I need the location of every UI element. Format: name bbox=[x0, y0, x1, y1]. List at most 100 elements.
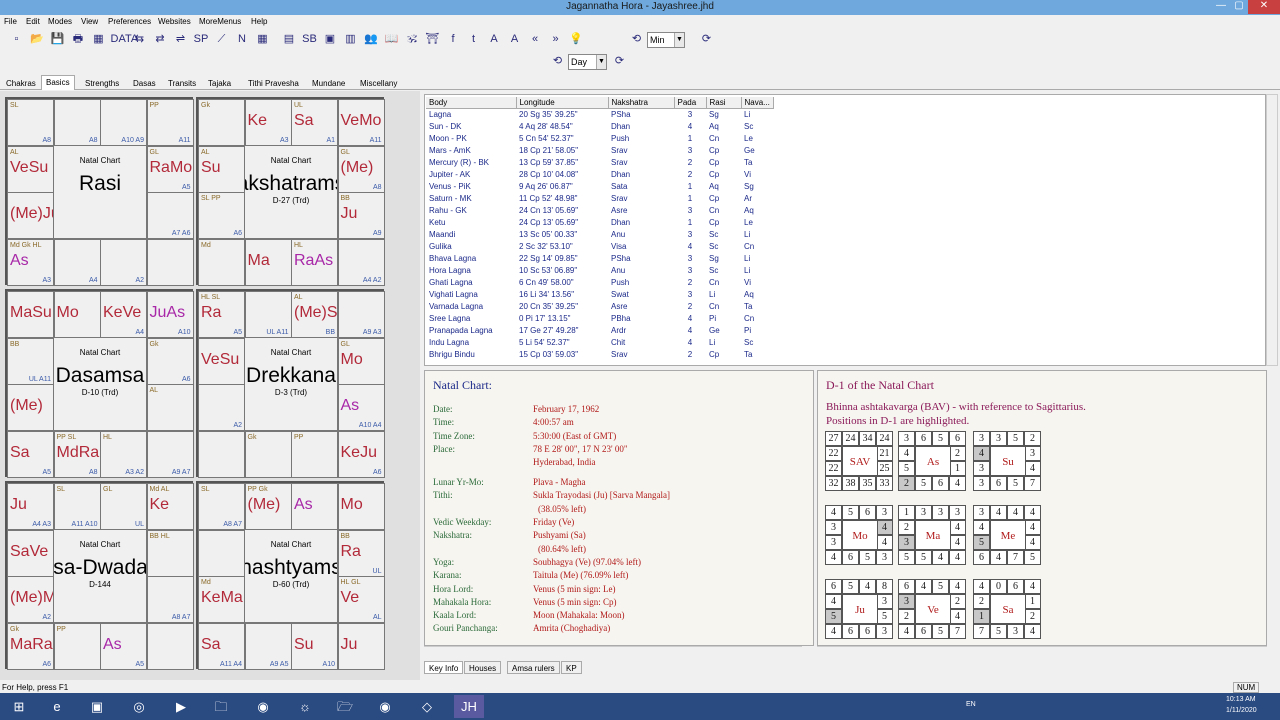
table-row[interactable]: Hora Lagna 10 Sc 53' 06.89" Anu 3 Sc Li bbox=[426, 264, 773, 276]
chart-house[interactable]: A6 KeJu bbox=[337, 430, 385, 478]
chart-house[interactable]: SL PP A6 bbox=[198, 192, 245, 239]
chart-house[interactable]: SL A8 A7 bbox=[198, 483, 245, 530]
maximize-button[interactable]: ▢ bbox=[1230, 0, 1248, 14]
clock-back-icon[interactable]: ⟲ bbox=[628, 31, 645, 48]
chart-dasamsa[interactable]: MaSu Mo A4 KeVe A10 JuAs BB UL A11 Gk A6 (Me) AL A5 S… bbox=[5, 289, 194, 478]
chart-house[interactable]: A7 A6 bbox=[146, 192, 194, 239]
table-row[interactable]: Indu Lagna 5 Li 54' 52.37" Chit 4 Li Sc bbox=[426, 336, 773, 348]
chart-house[interactable] bbox=[146, 238, 194, 286]
chart-house[interactable]: GL UL bbox=[100, 483, 147, 530]
chart-house[interactable]: PP Gk (Me) bbox=[244, 483, 292, 530]
chart-house[interactable]: A10 Su bbox=[291, 622, 338, 670]
chart-house[interactable]: PP SL A8 MdRa bbox=[53, 430, 101, 478]
tab-tajaka[interactable]: Tajaka bbox=[204, 77, 235, 90]
chart-house[interactable]: BB UL A11 bbox=[7, 337, 54, 385]
column-header-4[interactable]: Rasi bbox=[706, 97, 742, 109]
chart-house[interactable]: A8 A7 bbox=[146, 576, 194, 623]
table-row[interactable]: Rahu - GK 24 Cn 13' 05.69" Asre 3 Cn Aq bbox=[426, 204, 773, 216]
table-row[interactable]: Mars - AmK 18 Cp 21' 58.05" Srav 3 Cp Ge bbox=[426, 144, 773, 156]
sp-kh-icon[interactable]: SP bbox=[193, 31, 210, 48]
chart-house[interactable]: PP A11 bbox=[146, 99, 194, 146]
chart-house[interactable]: A9 A3 bbox=[337, 291, 385, 338]
chart-house[interactable]: A9 A7 bbox=[146, 430, 194, 478]
language-indicator[interactable]: EN bbox=[966, 701, 976, 708]
chart-house[interactable]: Gk bbox=[244, 430, 292, 478]
font-large-icon[interactable]: A bbox=[486, 31, 503, 48]
chart-house[interactable] bbox=[198, 430, 245, 478]
table-row[interactable]: Moon - PK 5 Cn 54' 52.37" Push 1 Cn Le bbox=[426, 132, 773, 144]
tab-mundane[interactable]: Mundane bbox=[308, 77, 349, 90]
chart-house[interactable]: VeSu bbox=[198, 337, 245, 385]
chart-house[interactable]: A8 bbox=[53, 99, 101, 146]
chart-house[interactable]: Gk bbox=[198, 99, 245, 146]
column-header-5[interactable]: Nava... bbox=[741, 97, 774, 109]
grid-icon[interactable]: ▦ bbox=[254, 31, 271, 48]
ie-icon[interactable]: e bbox=[42, 695, 72, 718]
table-row[interactable]: Sun - DK 4 Aq 28' 48.54" Dhan 4 Aq Sc bbox=[426, 120, 773, 132]
table-row[interactable]: Varnada Lagna 20 Cn 35' 39.25" Asre 2 Cn Ta bbox=[426, 300, 773, 312]
column-header-3[interactable]: Pada bbox=[674, 97, 707, 109]
column-header-1[interactable]: Longitude bbox=[516, 97, 609, 109]
twitter-icon[interactable]: t bbox=[465, 31, 482, 48]
n-icon[interactable]: N bbox=[234, 31, 251, 48]
chart-house[interactable]: Md KeMa bbox=[198, 576, 245, 623]
chart-house[interactable]: As bbox=[291, 483, 338, 530]
start-icon[interactable]: ⊞ bbox=[4, 695, 34, 718]
chart-house[interactable]: PP bbox=[291, 430, 338, 478]
chart-house[interactable]: HL A3 A2 bbox=[100, 430, 147, 478]
calendar-icon[interactable]: ▥ bbox=[342, 31, 359, 48]
chart-house[interactable]: (Me)Ju bbox=[7, 192, 54, 239]
chart-house[interactable]: A11 A4 Sa bbox=[198, 622, 245, 670]
light-icon[interactable]: 💡 bbox=[568, 31, 585, 48]
chart-house[interactable]: A4 A2 bbox=[337, 238, 385, 286]
chart-house[interactable] bbox=[146, 622, 194, 670]
table-icon[interactable]: ▤ bbox=[281, 31, 298, 48]
table-row[interactable]: Pranapada Lagna 17 Ge 27' 49.28" Ardr 4 Ge Pi bbox=[426, 324, 773, 336]
chart-house[interactable]: A10 JuAs bbox=[146, 291, 194, 338]
chart-house[interactable]: A4 KeVe bbox=[100, 291, 147, 338]
chart-asa-dwadas[interactable]: A4 A3 Ju SL A11 A10 GL UL Md AL Ke SaVe BB HL A2 (M… bbox=[5, 481, 194, 670]
table-row[interactable]: Jupiter - AK 28 Cp 10' 04.08" Dhan 2 Cp Vi bbox=[426, 168, 773, 180]
bottom-tab-amsa-rulers[interactable]: Amsa rulers bbox=[507, 661, 560, 674]
chart-house[interactable]: BB HL bbox=[146, 529, 194, 577]
fast-forward-icon[interactable]: » bbox=[547, 31, 564, 48]
table-row[interactable]: Vighati Lagna 16 Li 34' 13.56" Swat 3 Li Aq bbox=[426, 288, 773, 300]
table-row[interactable]: Saturn - MK 11 Cp 52' 48.98" Srav 1 Cp Ar bbox=[426, 192, 773, 204]
step-forward-icon[interactable]: ⟳ bbox=[611, 53, 628, 70]
clock-date[interactable]: 1/11/2020 bbox=[1226, 707, 1257, 714]
chart-house[interactable]: AL Su bbox=[198, 145, 245, 193]
clock-forward-icon[interactable]: ⟳ bbox=[698, 31, 715, 48]
chart-house[interactable]: A11 VeMo bbox=[337, 99, 385, 146]
deity-icon[interactable]: 🕉 bbox=[404, 31, 421, 48]
tab-strengths[interactable]: Strengths bbox=[81, 77, 123, 90]
chart-house[interactable]: AL bbox=[146, 384, 194, 431]
walk-icon[interactable]: ⟋ bbox=[213, 31, 230, 48]
chart-house[interactable]: SL A8 bbox=[7, 99, 54, 146]
column-header-0[interactable]: Body bbox=[426, 97, 517, 109]
chart-house[interactable]: MaSu bbox=[7, 291, 54, 338]
menu-help[interactable]: Help bbox=[251, 17, 267, 26]
chart-house[interactable]: GL A8 (Me) bbox=[337, 145, 385, 193]
jhora-icon[interactable]: JH bbox=[454, 695, 484, 718]
forward-icon[interactable]: ⇌ bbox=[172, 31, 189, 48]
step-back-icon[interactable]: ⟲ bbox=[549, 53, 566, 70]
tab-basics[interactable]: Basics bbox=[41, 75, 75, 90]
print-icon[interactable]: 🖶 bbox=[70, 31, 87, 48]
back-icon[interactable]: ⇄ bbox=[152, 31, 169, 48]
tab-dasas[interactable]: Dasas bbox=[129, 77, 160, 90]
chart-house[interactable]: Mo bbox=[337, 483, 385, 530]
menu-edit[interactable]: Edit bbox=[26, 17, 40, 26]
chrome-icon[interactable]: ◉ bbox=[248, 695, 278, 718]
chart-house[interactable]: AL VeSu bbox=[7, 145, 54, 193]
bottom-tab-key-info[interactable]: Key Info bbox=[424, 661, 464, 674]
menu-file[interactable]: File bbox=[4, 17, 17, 26]
chart-house[interactable]: HL SL A5 Ra bbox=[198, 291, 245, 338]
close-button[interactable]: ✕ bbox=[1248, 0, 1280, 14]
open-folder-icon[interactable]: 📂 bbox=[29, 31, 46, 48]
folder-icon[interactable]: 🗁 bbox=[330, 695, 360, 718]
menu-view[interactable]: View bbox=[81, 17, 98, 26]
chart-house[interactable]: GL A5 RaMo bbox=[146, 145, 194, 193]
table-row[interactable]: Bhrigu Bindu 15 Cp 03' 59.03" Srav 2 Cp Ta bbox=[426, 348, 773, 360]
chart-house[interactable]: SaVe bbox=[7, 529, 54, 577]
tab-tithi-pravesha[interactable]: Tithi Pravesha bbox=[244, 77, 303, 90]
